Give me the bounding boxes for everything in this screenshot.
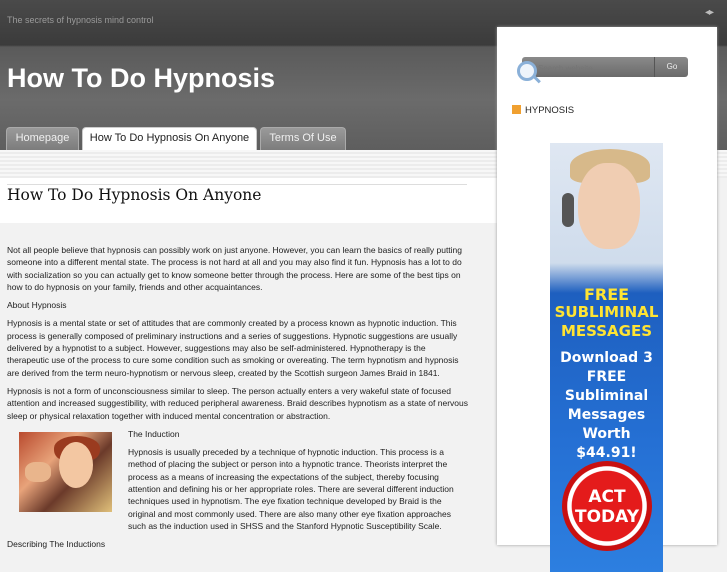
induction-section: The Induction Hypnosis is usually preced… — [128, 428, 469, 532]
tab-how-to-do-hypnosis-on-anyone[interactable]: How To Do Hypnosis On Anyone — [82, 127, 257, 150]
tab-terms-of-use[interactable]: Terms Of Use — [260, 127, 346, 150]
illustration-face — [59, 441, 93, 488]
ad-model-face — [578, 163, 640, 249]
ad-free-text: FREE — [583, 285, 630, 304]
article-paragraph: Hypnosis is a mental state or set of att… — [7, 318, 459, 378]
magnifier-icon — [517, 61, 537, 81]
article-body: Not all people believe that hypnosis can… — [7, 244, 469, 557]
act-today-button[interactable]: ACT TODAY — [562, 461, 652, 551]
illustration-hand — [25, 461, 51, 482]
search-go-button[interactable]: Go — [654, 57, 689, 77]
section-heading-about: About Hypnosis — [7, 300, 67, 311]
search-input[interactable] — [536, 59, 650, 77]
widget-title: HYPNOSIS — [512, 105, 574, 116]
article-paragraph: Hypnosis is not a form of unconsciousnes… — [7, 385, 468, 421]
section-heading-describing: Describing The Inductions — [7, 539, 106, 550]
page-title: How To Do Hypnosis On Anyone — [7, 186, 262, 204]
site-title[interactable]: How To Do Hypnosis — [7, 63, 275, 94]
nav-arrows-icon[interactable]: ◂▸ — [705, 7, 714, 18]
article-paragraph: Hypnosis is usually preceded by a techni… — [128, 447, 454, 531]
tab-homepage[interactable]: Homepage — [6, 127, 79, 150]
headset-icon — [562, 193, 574, 227]
site-tagline: The secrets of hypnosis mind control — [7, 15, 154, 25]
ad-body-text: Download 3 FREE Subliminal Messages Wort… — [560, 350, 653, 461]
widget-title-label: HYPNOSIS — [525, 105, 575, 116]
article-paragraph: Not all people believe that hypnosis can… — [7, 245, 463, 292]
section-heading-induction: The Induction — [128, 428, 180, 439]
hypnosis-illustration — [19, 431, 112, 512]
rss-square-icon — [512, 105, 521, 114]
search-box: Go — [522, 57, 688, 77]
title-divider — [7, 184, 467, 185]
sidebar: Go HYPNOSIS FREE SUBLIMINAL MESSAGES Dow… — [497, 27, 717, 572]
act-today-label: ACT TODAY — [575, 487, 639, 527]
ad-subliminal-text: SUBLIMINAL MESSAGES — [554, 303, 659, 340]
subliminal-ad-banner[interactable]: FREE SUBLIMINAL MESSAGES Download 3 FREE… — [550, 143, 663, 572]
